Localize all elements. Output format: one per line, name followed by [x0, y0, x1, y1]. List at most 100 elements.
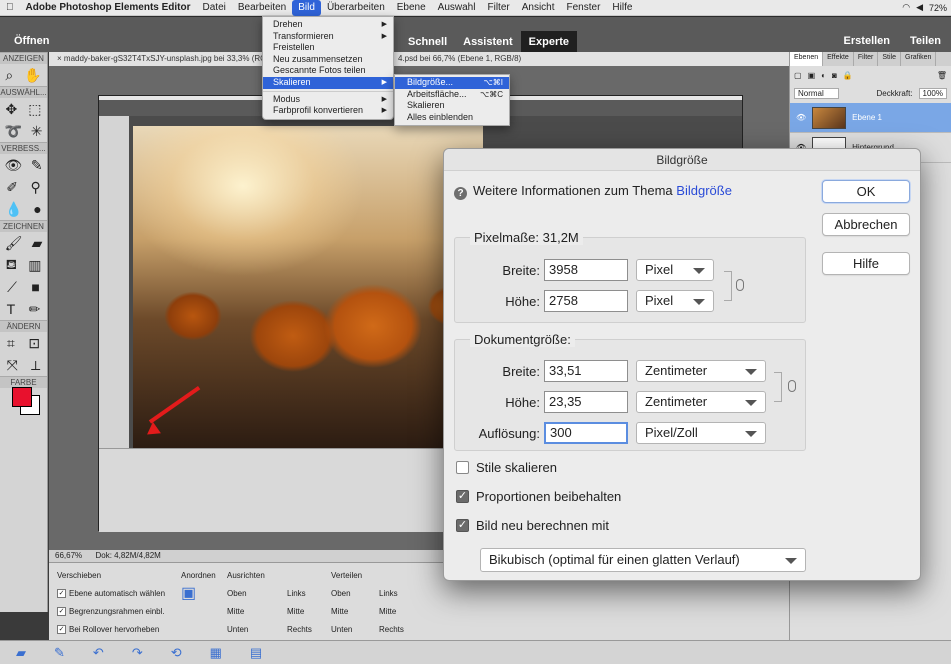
menu-fenster[interactable]: Fenster [561, 0, 607, 16]
foreground-color-swatch[interactable] [12, 387, 32, 407]
pixel-height-input[interactable]: 2758 [544, 290, 628, 312]
menu-item-gescannte-fotos[interactable]: Gescannte Fotos teilen [263, 65, 393, 77]
align-center[interactable]: Mitte [287, 607, 304, 616]
constrain-proportions-checkbox[interactable]: ✓ [456, 490, 469, 503]
option-rollover[interactable]: ✓ Bei Rollover hervorheben [57, 621, 165, 639]
menu-hilfe[interactable]: Hilfe [606, 0, 638, 16]
eye-icon[interactable]: 👁 [796, 113, 806, 122]
lasso-tool-icon[interactable]: ➰ [4, 123, 21, 140]
distribute-right[interactable]: Rechts [379, 625, 404, 634]
tab-graphics[interactable]: Grafiken [901, 52, 937, 66]
pixel-height-unit-select[interactable]: Pixel [636, 290, 714, 312]
resample-checkbox[interactable]: ✓ [456, 519, 469, 532]
healing-brush-icon[interactable]: ✎ [31, 157, 43, 174]
text-tool-icon[interactable]: T [7, 301, 16, 317]
layout-icon[interactable]: ▦ [210, 645, 222, 661]
menu-item-bildgroesse[interactable]: Bildgröße... ⌥⌘I [395, 77, 509, 89]
doc-height-input[interactable]: 23,35 [544, 391, 628, 413]
gradient-tool-icon[interactable]: ▥ [28, 257, 41, 274]
document-tab-2-label[interactable]: 4.psd bei 66,7% (Ebene 1, RGB/8) [394, 52, 526, 66]
menu-filter[interactable]: Filter [481, 0, 515, 16]
tab-filters[interactable]: Filter [854, 52, 879, 66]
apple-icon[interactable]:  [0, 0, 20, 16]
create-button[interactable]: Erstellen [844, 35, 890, 47]
eyedropper-icon[interactable]: ⟋ [7, 279, 17, 296]
group-layer-icon[interactable]: ▣ [808, 71, 816, 80]
align-middle[interactable]: Mitte [227, 603, 287, 621]
menu-bearbeiten[interactable]: Bearbeiten [232, 0, 292, 16]
menu-item-farbprofil[interactable]: Farbprofil konvertieren ▶ [263, 105, 393, 117]
tool-options-icon[interactable]: ✎ [54, 645, 65, 661]
blend-mode-select[interactable]: Normal [794, 88, 839, 99]
smart-brush-icon[interactable]: ✐ [6, 179, 18, 196]
lock-icon[interactable]: 🔒 [843, 71, 853, 80]
align-left[interactable]: Links [287, 589, 306, 598]
menu-item-transformieren[interactable]: Transformieren ▶ [263, 31, 393, 43]
organizer-icon[interactable]: ▤ [250, 645, 262, 661]
undo-icon[interactable]: ↶ [93, 645, 104, 661]
recompose-tool-icon[interactable]: ⊡ [28, 335, 40, 352]
move-tool-icon[interactable]: ✥ [6, 101, 18, 118]
distribute-left[interactable]: Links [379, 589, 398, 598]
menu-ansicht[interactable]: Ansicht [516, 0, 561, 16]
document-tab[interactable]: × maddy-baker-gS32T4TxSJY-unsplash.jpg b… [49, 52, 789, 66]
pencil-tool-icon[interactable]: ✏ [29, 301, 41, 318]
wifi-icon[interactable]: ◠ [902, 2, 910, 13]
menu-item-arbeitsflaeche[interactable]: Arbeitsfläche... ⌥⌘C [395, 89, 509, 101]
arrange-icon[interactable]: ▣ [181, 585, 216, 603]
mode-assistent[interactable]: Assistent [455, 31, 521, 53]
redo-icon[interactable]: ↷ [132, 645, 143, 661]
straighten-tool-icon[interactable]: ⟂ [31, 357, 40, 374]
ok-button[interactable]: OK [822, 180, 910, 203]
doc-height-unit-select[interactable]: Zentimeter [636, 391, 766, 413]
magic-wand-tool-icon[interactable]: ✳ [31, 123, 43, 140]
crop-tool-icon[interactable]: ⌗ [7, 335, 15, 352]
cancel-button[interactable]: Abbrechen [822, 213, 910, 236]
checkbox-icon[interactable]: ✓ [57, 589, 66, 599]
option-show-bounding[interactable]: ✓ Begrenzungsrahmen einbl. [57, 603, 165, 621]
red-eye-tool-icon[interactable]: 👁 [4, 157, 22, 174]
menu-item-alles-einblenden[interactable]: Alles einblenden [395, 112, 509, 124]
zoom-level[interactable]: 66,67% [55, 551, 82, 560]
info-link[interactable]: Bildgröße [676, 183, 732, 198]
doc-width-input[interactable]: 33,51 [544, 360, 628, 382]
mode-schnell[interactable]: Schnell [400, 31, 455, 53]
menu-ebene[interactable]: Ebene [391, 0, 432, 16]
help-button[interactable]: Hilfe [822, 252, 910, 275]
brush-tool-icon[interactable]: 🖌 [5, 235, 23, 252]
scale-styles-checkbox[interactable] [456, 461, 469, 474]
zoom-tool-icon[interactable]: ⌕ [5, 67, 13, 84]
align-top[interactable]: Oben [227, 585, 287, 603]
menu-item-neu-zusammensetzen[interactable]: Neu zusammensetzen [263, 54, 393, 66]
mode-experte[interactable]: Experte [520, 31, 578, 53]
photo-bin-icon[interactable]: ▰ [16, 645, 26, 661]
volume-icon[interactable]: ◀ [916, 2, 923, 13]
resolution-unit-select[interactable]: Pixel/Zoll [636, 422, 766, 444]
eraser-tool-icon[interactable]: ▰ [32, 235, 43, 252]
option-auto-select[interactable]: ✓ Ebene automatisch wählen [57, 585, 165, 603]
blur-tool-icon[interactable]: 💧 [5, 201, 22, 218]
tab-effects[interactable]: Effekte [823, 52, 854, 66]
marquee-tool-icon[interactable]: ⬚ [28, 101, 41, 118]
menu-item-modus[interactable]: Modus ▶ [263, 94, 393, 106]
menu-datei[interactable]: Datei [197, 0, 232, 16]
menu-auswahl[interactable]: Auswahl [432, 0, 482, 16]
tab-styles[interactable]: Stile [878, 52, 901, 66]
share-button[interactable]: Teilen [910, 35, 941, 47]
mask-icon[interactable]: ◙ [832, 71, 837, 80]
clone-stamp-icon[interactable]: ⚲ [30, 179, 40, 196]
adjustment-layer-icon[interactable]: ◐ [821, 71, 826, 80]
tab-layers[interactable]: Ebenen [790, 52, 824, 66]
sponge-tool-icon[interactable]: ● [33, 201, 41, 217]
rotate-icon[interactable]: ⟲ [171, 645, 182, 661]
checkbox-icon[interactable]: ✓ [57, 625, 66, 635]
trash-icon[interactable]: 🗑 [937, 71, 947, 80]
paint-bucket-icon[interactable]: ⛾ [6, 256, 17, 275]
align-bottom[interactable]: Unten [227, 621, 287, 639]
resolution-input[interactable]: 300 [544, 422, 628, 444]
shape-tool-icon[interactable]: ■ [31, 279, 39, 295]
menu-ueberarbeiten[interactable]: Überarbeiten [321, 0, 391, 16]
menu-bild[interactable]: Bild [292, 0, 321, 16]
pixel-width-input[interactable]: 3958 [544, 259, 628, 281]
distribute-top[interactable]: Oben [331, 585, 379, 603]
